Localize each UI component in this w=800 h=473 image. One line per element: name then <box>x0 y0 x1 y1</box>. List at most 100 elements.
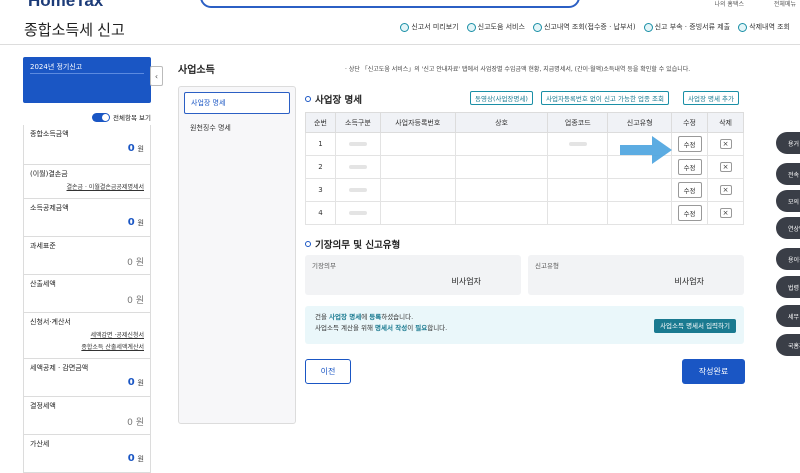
highlight: 사업장 명세 <box>329 313 362 321</box>
title-text: 사업장 명세 <box>315 95 363 106</box>
summary-item-determined-tax: 결정세액 0 원 <box>23 397 151 435</box>
sidebar-collapse-button[interactable]: ‹ <box>150 66 163 86</box>
quick-menu-item[interactable]: 용이용 <box>776 248 800 270</box>
summary-sub-link[interactable]: 결손금 · 이월결손금공제명세서 <box>30 182 144 191</box>
section-title: 사업소득 <box>178 65 215 76</box>
delete-cell: × <box>707 178 744 202</box>
previous-button[interactable]: 이전 <box>305 359 351 384</box>
redacted-cell <box>547 132 609 156</box>
amount-value: 0 <box>127 143 135 154</box>
chevron-left-icon: ‹ <box>154 71 159 81</box>
type-label: 신고유형 <box>535 262 559 270</box>
amount-unit: 원 <box>137 145 144 153</box>
show-all-toggle[interactable] <box>92 112 111 122</box>
summary-item-tax-credit[interactable]: 세액공제 · 감면금액 0 원 <box>23 359 151 397</box>
delete-button[interactable]: × <box>719 208 732 218</box>
edit-button[interactable]: 수정 <box>677 159 702 175</box>
summary-item-loss[interactable]: (이월)결손금 결손금 · 이월결손금공제명세서 <box>23 165 151 199</box>
quick-menu-item[interactable]: 연상담 <box>776 217 800 239</box>
guidance-box: 건을 사업장 명세에 등록하셨습니다. 사업소득 계산을 위해 명세서 작성이 … <box>305 306 744 344</box>
nav-documents[interactable]: 신고 부속 · 증빙서류 제출 <box>643 22 730 32</box>
summary-amount: 0 원 <box>30 255 144 268</box>
redacted-cell <box>607 201 673 225</box>
table-row: 3 수정 × <box>305 178 744 202</box>
all-menu-link[interactable]: 전체메뉴 <box>774 0 796 8</box>
complete-button[interactable]: 작성완료 <box>682 359 745 384</box>
summary-item-forms[interactable]: 신청서·계산서 세액감면 ·공제신청서 종합소득 산출세액계산서 <box>23 313 151 359</box>
redacted-cell <box>379 178 456 202</box>
redacted-cell <box>454 201 549 225</box>
edit-button[interactable]: 수정 <box>677 205 702 221</box>
edit-cell: 수정 <box>671 132 709 156</box>
quick-menu-item[interactable]: 세무 <box>776 305 800 327</box>
column-header: 수정 <box>671 112 709 133</box>
redacted-cell <box>547 155 609 179</box>
enter-business-income-button[interactable]: 사업소득 명세서 입력하기 <box>654 319 736 333</box>
redacted-cell <box>379 201 456 225</box>
quick-menu-item[interactable]: 전속 <box>776 163 800 185</box>
highlight: 등록 <box>369 313 382 321</box>
column-header: 사업자등록번호 <box>379 112 456 133</box>
summary-item-penalty[interactable]: 가산세 0 원 <box>23 435 151 473</box>
nav-deleted[interactable]: 삭제내역 조회 <box>738 22 790 32</box>
amount-unit: 원 <box>137 455 144 463</box>
summary-item-income[interactable]: 종합소득금액 0 원 <box>23 125 151 165</box>
filing-year-box: 2024년 정기신고 <box>23 57 151 103</box>
summary-label: 가산세 <box>30 440 50 448</box>
nav-help-service[interactable]: 신고도움 서비스 <box>466 22 525 32</box>
business-table-title: 사업장 명세 <box>305 92 362 106</box>
show-all-toggle-row: 전체항목 보기 <box>23 109 151 125</box>
column-header: 삭제 <box>707 112 744 133</box>
bullet-icon <box>305 241 311 247</box>
redacted-cell <box>379 132 456 156</box>
sub-navigation: 사업장 명세 원천징수 명세 <box>178 86 296 424</box>
highlight: 필요 <box>415 324 428 332</box>
subnav-withholding[interactable]: 원천징수 명세 <box>184 118 290 138</box>
subnav-business-places[interactable]: 사업장 명세 <box>184 92 290 114</box>
delete-button[interactable]: × <box>719 162 732 172</box>
edit-cell: 수정 <box>671 201 709 225</box>
amount-value: 0 <box>127 453 135 464</box>
summary-amount: 0 원 <box>30 453 144 464</box>
nav-preview[interactable]: 신고서 미리보기 <box>400 22 459 32</box>
hometax-logo[interactable]: HomeTax <box>28 0 103 11</box>
video-button[interactable]: 동영상(사업장명세) <box>470 91 533 105</box>
summary-amount: 0 원 <box>30 217 144 228</box>
duty-value: 비사업자 <box>451 277 481 286</box>
summary-item-calculated-tax: 산출세액 0 원 <box>23 275 151 313</box>
redacted-cell <box>454 155 549 179</box>
quick-menu-item[interactable]: 법령 <box>776 276 800 298</box>
table-header-row: 순번 소득구분 사업자등록번호 상호 업종코드 신고유형 수정 삭제 <box>305 112 744 133</box>
nav-history[interactable]: 신고내역 조회(접수증 · 납부서) <box>532 22 636 32</box>
summary-label: 종합소득금액 <box>30 130 69 138</box>
duty-label: 기장의무 <box>312 262 336 270</box>
column-header: 소득구분 <box>334 112 381 133</box>
amount-unit: 원 <box>135 258 144 268</box>
edit-button[interactable]: 수정 <box>677 182 702 198</box>
summary-sub-link[interactable]: 종합소득 산출세액계산서 <box>30 342 144 351</box>
preview-icon <box>400 22 410 32</box>
redacted-cell <box>334 178 381 202</box>
delete-button[interactable]: × <box>719 185 732 195</box>
summary-sub-link[interactable]: 세액감면 ·공제신청서 <box>30 330 145 339</box>
summary-item-deduction[interactable]: 소득공제금액 0 원 <box>23 199 151 237</box>
summary-amount: 0 원 <box>30 377 144 388</box>
quick-menu-item[interactable]: 모의 <box>776 190 800 212</box>
redacted-cell <box>454 178 549 202</box>
summary-item-tax-base: 과세표준 0 원 <box>23 237 151 275</box>
redacted-cell <box>334 201 381 225</box>
header-divider <box>0 44 800 45</box>
quick-menu-item[interactable]: 국홈채 <box>776 334 800 356</box>
show-all-label: 전체항목 보기 <box>113 114 151 122</box>
table-row: 2 수정 × <box>305 155 744 179</box>
summary-amount: 0 원 <box>30 415 144 428</box>
document-upload-icon <box>643 22 653 32</box>
quick-menu-item[interactable]: 용거 <box>776 132 800 154</box>
add-business-button[interactable]: 사업장 명세 추가 <box>683 91 739 105</box>
no-registration-lookup-button[interactable]: 사업자등록번호 없이 신고 가능한 업종 조회 <box>541 91 669 105</box>
delete-button[interactable]: × <box>719 139 732 149</box>
my-hometax-link[interactable]: 나의 홈택스 <box>714 0 744 8</box>
search-input[interactable] <box>200 0 580 8</box>
text: 사업소득 계산을 위해 <box>315 324 376 332</box>
edit-button[interactable]: 수정 <box>677 136 702 152</box>
